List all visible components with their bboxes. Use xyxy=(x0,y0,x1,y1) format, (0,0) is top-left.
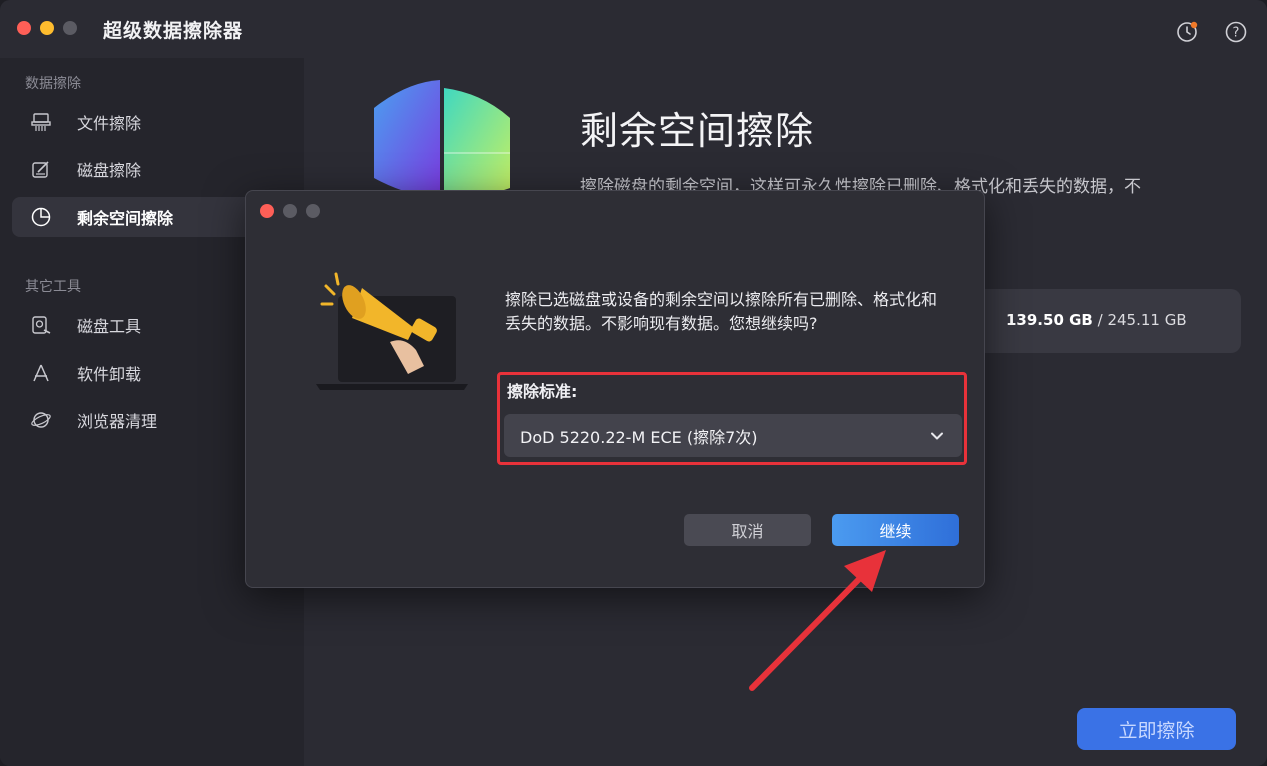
erase-standard-select[interactable]: DoD 5220.22-M ECE (擦除7次) xyxy=(504,414,962,457)
sidebar-item-app-uninstall[interactable]: 软件卸载 xyxy=(12,353,272,393)
cancel-button[interactable]: 取消 xyxy=(684,514,811,546)
history-icon[interactable] xyxy=(1175,20,1199,44)
zoom-window-button[interactable] xyxy=(63,21,77,35)
sidebar-item-browser-clean[interactable]: 浏览器清理 xyxy=(12,400,272,440)
disk-used: 139.50 GB xyxy=(1006,311,1093,329)
sidebar-item-label: 文件擦除 xyxy=(77,114,142,133)
help-icon[interactable]: ? xyxy=(1224,20,1248,44)
confirm-dialog: 擦除已选磁盘或设备的剩余空间以擦除所有已删除、格式化和丢失的数据。不影响现有数据… xyxy=(245,190,985,588)
erase-standard-label: 擦除标准: xyxy=(507,382,578,401)
dialog-minimize-button xyxy=(283,204,297,218)
app-title: 超级数据擦除器 xyxy=(103,20,244,42)
minimize-window-button[interactable] xyxy=(40,21,54,35)
sidebar-item-disk-erase[interactable]: 磁盘擦除 xyxy=(12,149,272,189)
app-uninstall-icon xyxy=(30,362,52,384)
disk-total: / 245.11 GB xyxy=(1092,311,1187,329)
close-window-button[interactable] xyxy=(17,21,31,35)
sidebar-item-label: 剩余空间擦除 xyxy=(77,209,174,228)
erase-standard-value: DoD 5220.22-M ECE (擦除7次) xyxy=(520,427,758,447)
sidebar-item-label: 软件卸载 xyxy=(77,365,142,384)
dialog-message: 擦除已选磁盘或设备的剩余空间以擦除所有已删除、格式化和丢失的数据。不影响现有数据… xyxy=(505,290,938,333)
megaphone-illustration xyxy=(304,266,474,406)
svg-text:?: ? xyxy=(1233,26,1240,41)
disk-card[interactable]: 139.50 GB / 245.11 GB xyxy=(964,289,1241,353)
shredder-icon xyxy=(30,111,52,133)
section-label-data-erase: 数据擦除 xyxy=(25,76,81,92)
disk-edit-icon xyxy=(30,158,52,180)
browser-icon xyxy=(30,409,52,431)
disk-size: 139.50 GB / 245.11 GB xyxy=(1006,311,1187,329)
pie-chart-icon xyxy=(30,206,52,228)
sidebar-item-label: 浏览器清理 xyxy=(77,412,158,431)
dialog-zoom-button xyxy=(306,204,320,218)
continue-button[interactable]: 继续 xyxy=(832,514,959,546)
title-bar: 超级数据擦除器 ? xyxy=(0,0,1267,58)
sidebar-item-label: 磁盘擦除 xyxy=(77,161,142,180)
sidebar-item-free-space-erase[interactable]: 剩余空间擦除 xyxy=(12,197,272,237)
app-window: 超级数据擦除器 ? 数据擦除 文件擦除 磁盘擦除 剩余空间擦除 其它工具 磁盘工… xyxy=(0,0,1267,766)
chevron-down-icon xyxy=(930,428,944,442)
sidebar-item-file-erase[interactable]: 文件擦除 xyxy=(12,102,272,142)
disk-tool-icon xyxy=(30,314,52,336)
sidebar-item-label: 磁盘工具 xyxy=(77,317,142,336)
section-label-other-tools: 其它工具 xyxy=(25,279,81,295)
erase-now-button[interactable]: 立即擦除 xyxy=(1077,708,1236,750)
sidebar-item-disk-tools[interactable]: 磁盘工具 xyxy=(12,305,272,345)
dialog-close-button[interactable] xyxy=(260,204,274,218)
page-title: 剩余空间擦除 xyxy=(580,109,815,153)
